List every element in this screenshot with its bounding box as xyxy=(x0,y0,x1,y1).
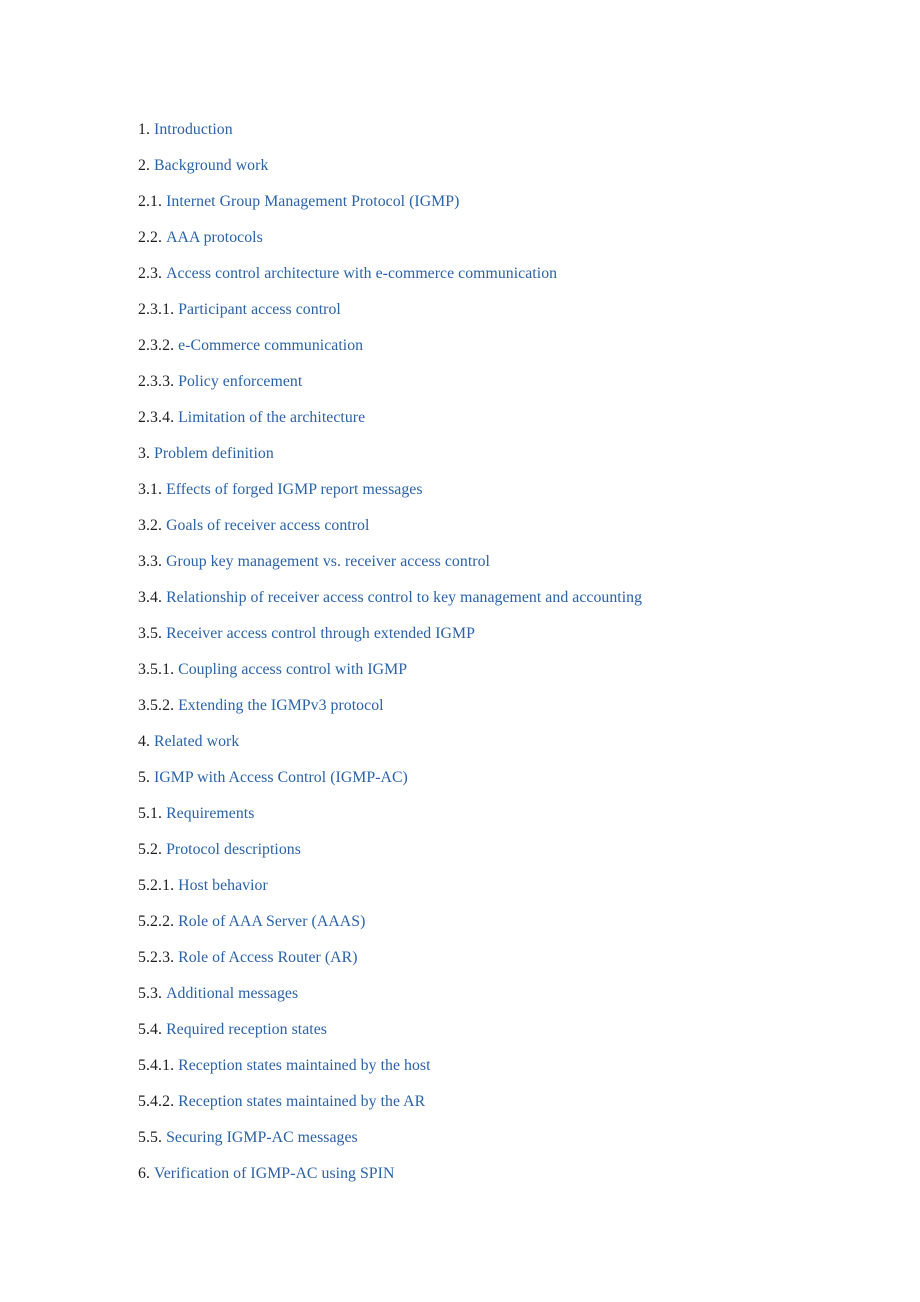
toc-entry-number: 5.5. xyxy=(138,1129,163,1146)
toc-entry-link[interactable]: Group key management vs. receiver access… xyxy=(166,553,490,570)
toc-entry-number: 3.3. xyxy=(138,553,163,570)
toc-entry-link[interactable]: Related work xyxy=(154,733,239,750)
toc-entry-link[interactable]: Coupling access control with IGMP xyxy=(178,661,407,678)
toc-entry-link[interactable]: Reception states maintained by the host xyxy=(178,1057,430,1074)
toc-entry-link[interactable]: AAA protocols xyxy=(166,229,263,246)
toc-entry: 2.3.1. Participant access control xyxy=(138,300,878,336)
toc-entry: 2. Background work xyxy=(138,156,878,192)
toc-entry-number: 1. xyxy=(138,121,151,138)
toc-entry: 5.5. Securing IGMP-AC messages xyxy=(138,1128,878,1164)
toc-entry-link[interactable]: Access control architecture with e-comme… xyxy=(166,265,557,282)
toc-entry-number: 6. xyxy=(138,1165,151,1182)
toc-entry-link[interactable]: IGMP with Access Control (IGMP-AC) xyxy=(154,769,408,786)
toc-entry: 5.2.2. Role of AAA Server (AAAS) xyxy=(138,912,878,948)
toc-entry-link[interactable]: Reception states maintained by the AR xyxy=(178,1093,425,1110)
toc-entry: 4. Related work xyxy=(138,732,878,768)
table-of-contents-page: 1. Introduction 2. Background work 2.1. In… xyxy=(0,0,920,1302)
toc-entry: 2.3.2. e-Commerce communication xyxy=(138,336,878,372)
toc-entry-number: 3.1. xyxy=(138,481,163,498)
toc-entry-number: 2.2. xyxy=(138,229,163,246)
toc-entry: 3.5.1. Coupling access control with IGMP xyxy=(138,660,878,696)
toc-entry-link[interactable]: Host behavior xyxy=(178,877,268,894)
toc-entry: 1. Introduction xyxy=(138,120,878,156)
toc-entry-number: 2.1. xyxy=(138,193,163,210)
toc-entry-number: 2.3.2. xyxy=(138,337,175,354)
toc-entry: 2.1. Internet Group Management Protocol … xyxy=(138,192,878,228)
toc-entry: 5.1. Requirements xyxy=(138,804,878,840)
toc-entry: 5.2.3. Role of Access Router (AR) xyxy=(138,948,878,984)
toc-entry-link[interactable]: e-Commerce communication xyxy=(178,337,363,354)
toc-entry-link[interactable]: Extending the IGMPv3 protocol xyxy=(178,697,383,714)
toc-entry-number: 2.3.1. xyxy=(138,301,175,318)
toc-entry: 5.4.2. Reception states maintained by th… xyxy=(138,1092,878,1128)
toc-entry-link[interactable]: Effects of forged IGMP report messages xyxy=(166,481,423,498)
toc-entry: 3. Problem definition xyxy=(138,444,878,480)
toc-entry: 3.2. Goals of receiver access control xyxy=(138,516,878,552)
toc-entry-link[interactable]: Relationship of receiver access control … xyxy=(166,589,642,606)
toc-entry-number: 3.4. xyxy=(138,589,163,606)
toc-entry-number: 4. xyxy=(138,733,151,750)
toc-entry-link[interactable]: Policy enforcement xyxy=(178,373,302,390)
toc-entry-link[interactable]: Required reception states xyxy=(166,1021,327,1038)
toc-entry: 2.3.4. Limitation of the architecture xyxy=(138,408,878,444)
toc-entry-number: 3.5.2. xyxy=(138,697,175,714)
toc-entry-number: 5.2.2. xyxy=(138,913,175,930)
toc-entry-number: 3.2. xyxy=(138,517,163,534)
toc-entry: 2.3. Access control architecture with e-… xyxy=(138,264,878,300)
toc-entry-link[interactable]: Goals of receiver access control xyxy=(166,517,369,534)
toc-entry-number: 5.4. xyxy=(138,1021,163,1038)
toc-entry-number: 3.5. xyxy=(138,625,163,642)
toc-entry-number: 5.2.1. xyxy=(138,877,175,894)
toc-entry-number: 2.3.4. xyxy=(138,409,175,426)
table-of-contents-list: 1. Introduction 2. Background work 2.1. In… xyxy=(138,120,878,1200)
toc-entry-number: 3. xyxy=(138,445,151,462)
toc-entry-number: 5.2. xyxy=(138,841,163,858)
toc-entry-link[interactable]: Receiver access control through extended… xyxy=(166,625,475,642)
toc-entry-link[interactable]: Role of AAA Server (AAAS) xyxy=(178,913,365,930)
toc-entry-number: 2.3.3. xyxy=(138,373,175,390)
toc-entry: 5.2.1. Host behavior xyxy=(138,876,878,912)
toc-entry-number: 5.1. xyxy=(138,805,163,822)
toc-entry: 3.3. Group key management vs. receiver a… xyxy=(138,552,878,588)
toc-entry: 3.1. Effects of forged IGMP report messa… xyxy=(138,480,878,516)
toc-entry-number: 5.4.1. xyxy=(138,1057,175,1074)
toc-entry-link[interactable]: Problem definition xyxy=(154,445,274,462)
toc-entry-number: 3.5.1. xyxy=(138,661,175,678)
toc-entry-link[interactable]: Participant access control xyxy=(178,301,341,318)
toc-entry-number: 5. xyxy=(138,769,151,786)
toc-entry-link[interactable]: Securing IGMP-AC messages xyxy=(166,1129,358,1146)
toc-entry: 2.2. AAA protocols xyxy=(138,228,878,264)
toc-entry: 3.5. Receiver access control through ext… xyxy=(138,624,878,660)
toc-entry: 5.3. Additional messages xyxy=(138,984,878,1020)
toc-entry-number: 5.3. xyxy=(138,985,163,1002)
toc-entry-link[interactable]: Internet Group Management Protocol (IGMP… xyxy=(166,193,459,210)
toc-entry-link[interactable]: Introduction xyxy=(154,121,233,138)
toc-entry: 5.2. Protocol descriptions xyxy=(138,840,878,876)
toc-entry-link[interactable]: Protocol descriptions xyxy=(166,841,301,858)
toc-entry: 3.4. Relationship of receiver access con… xyxy=(138,588,878,624)
toc-entry-number: 2. xyxy=(138,157,151,174)
toc-entry: 2.3.3. Policy enforcement xyxy=(138,372,878,408)
toc-entry-number: 5.4.2. xyxy=(138,1093,175,1110)
toc-entry: 5.4. Required reception states xyxy=(138,1020,878,1056)
toc-entry: 5. IGMP with Access Control (IGMP-AC) xyxy=(138,768,878,804)
toc-entry-link[interactable]: Limitation of the architecture xyxy=(178,409,365,426)
toc-entry-link[interactable]: Background work xyxy=(154,157,268,174)
toc-entry-number: 5.2.3. xyxy=(138,949,175,966)
toc-entry-link[interactable]: Additional messages xyxy=(166,985,298,1002)
toc-entry: 6. Verification of IGMP-AC using SPIN xyxy=(138,1164,878,1200)
toc-entry: 5.4.1. Reception states maintained by th… xyxy=(138,1056,878,1092)
toc-entry-number: 2.3. xyxy=(138,265,163,282)
toc-entry-link[interactable]: Requirements xyxy=(166,805,254,822)
toc-entry: 3.5.2. Extending the IGMPv3 protocol xyxy=(138,696,878,732)
toc-entry-link[interactable]: Role of Access Router (AR) xyxy=(178,949,357,966)
toc-entry-link[interactable]: Verification of IGMP-AC using SPIN xyxy=(154,1165,394,1182)
